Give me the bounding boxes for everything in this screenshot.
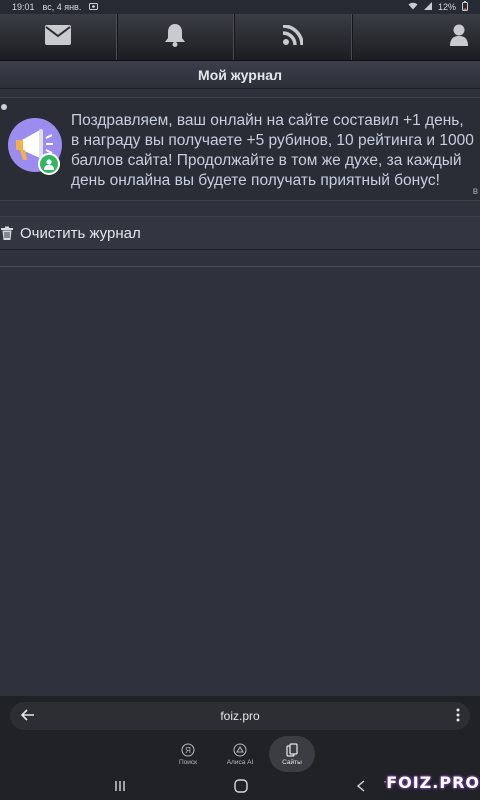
tab-search-label: Поиск	[178, 758, 197, 766]
top-nav	[0, 14, 480, 61]
tab-sites-label: Сайты	[282, 758, 302, 766]
nav-profile-button[interactable]	[351, 14, 480, 60]
tab-alice-label: Алиса AI	[226, 758, 254, 766]
nav-feed-button[interactable]	[234, 14, 352, 60]
status-date: вс, 4 янв.	[42, 2, 82, 12]
envelope-icon	[44, 24, 71, 50]
journal-entry[interactable]: Поздравляем, ваш онлайн на сайте состави…	[0, 97, 480, 201]
bell-icon	[164, 23, 186, 52]
yandex-icon: Я	[181, 743, 195, 756]
alice-icon	[233, 743, 247, 756]
recent-apps-icon[interactable]	[114, 780, 126, 795]
tab-search[interactable]: Я Поиск	[165, 736, 211, 772]
battery-icon	[462, 1, 468, 13]
nav-notifications-button[interactable]	[116, 14, 234, 60]
rss-icon	[282, 23, 304, 50]
home-icon[interactable]	[234, 778, 248, 796]
status-time: 19:01	[12, 2, 35, 12]
user-badge-icon	[38, 153, 60, 175]
system-back-icon[interactable]	[356, 779, 366, 795]
divider	[0, 266, 480, 267]
screenshot-icon	[89, 2, 99, 12]
user-icon	[450, 24, 468, 51]
watermark-text: FOIZ.PRO	[386, 772, 480, 792]
signal-icon	[423, 2, 432, 12]
unread-dot	[1, 104, 7, 110]
address-url: foiz.pro	[220, 709, 260, 723]
tab-alice-ai[interactable]: Алиса AI	[217, 736, 263, 772]
clear-journal-button[interactable]: Очистить журнал	[0, 216, 480, 250]
status-bar: 19:01 вс, 4 янв. 12%	[0, 0, 480, 14]
page-title: Мой журнал	[0, 61, 480, 89]
trash-icon	[0, 226, 14, 240]
address-bar[interactable]: foiz.pro	[10, 702, 470, 730]
nav-messages-button[interactable]	[0, 14, 117, 60]
browser-bar: foiz.pro Я Поиск Алиса AI Сайты FOIZ.PRO	[0, 696, 480, 800]
tab-sites[interactable]: Сайты	[269, 736, 315, 772]
pages-icon	[286, 742, 298, 757]
svg-text:Я: Я	[185, 746, 191, 755]
foiz-watermark: FOIZ.PRO	[384, 764, 480, 800]
battery-percent: 12%	[437, 2, 456, 12]
journal-entry-more[interactable]: в	[473, 186, 478, 197]
more-menu-icon[interactable]	[456, 708, 460, 727]
wifi-icon	[408, 2, 418, 12]
journal-entry-text: Поздравляем, ваш онлайн на сайте состави…	[71, 112, 474, 189]
clear-journal-label: Очистить журнал	[20, 224, 141, 242]
